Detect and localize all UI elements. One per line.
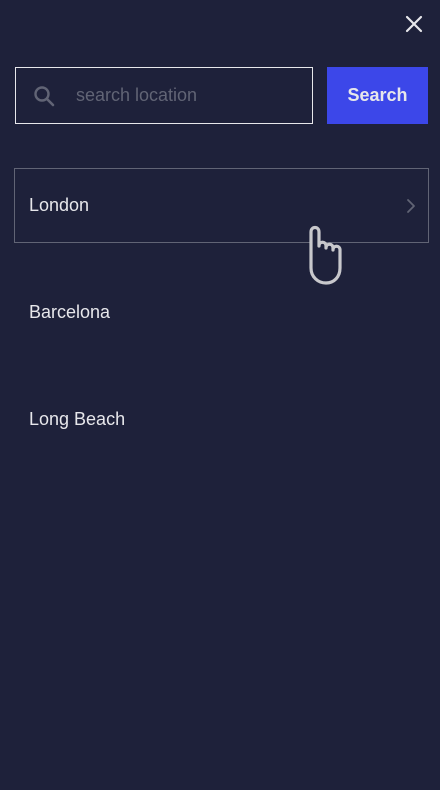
search-field[interactable] (15, 67, 313, 124)
search-row: Search (15, 67, 428, 124)
results-list: London Barcelona Long Beach (14, 168, 429, 489)
search-input[interactable] (74, 84, 278, 107)
list-item[interactable]: London (14, 168, 429, 243)
close-button[interactable] (402, 12, 426, 36)
search-button[interactable]: Search (327, 67, 428, 124)
list-item-label: Barcelona (29, 302, 111, 322)
list-item-label: London (29, 195, 90, 215)
search-panel: Search London Barcelona Long Beach (0, 0, 440, 790)
chevron-right-icon (406, 198, 416, 214)
list-item-label: Long Beach (29, 409, 126, 429)
search-icon (32, 84, 56, 108)
list-item[interactable]: Long Beach (14, 382, 429, 457)
list-item[interactable]: Barcelona (14, 275, 429, 350)
close-icon (405, 15, 423, 33)
